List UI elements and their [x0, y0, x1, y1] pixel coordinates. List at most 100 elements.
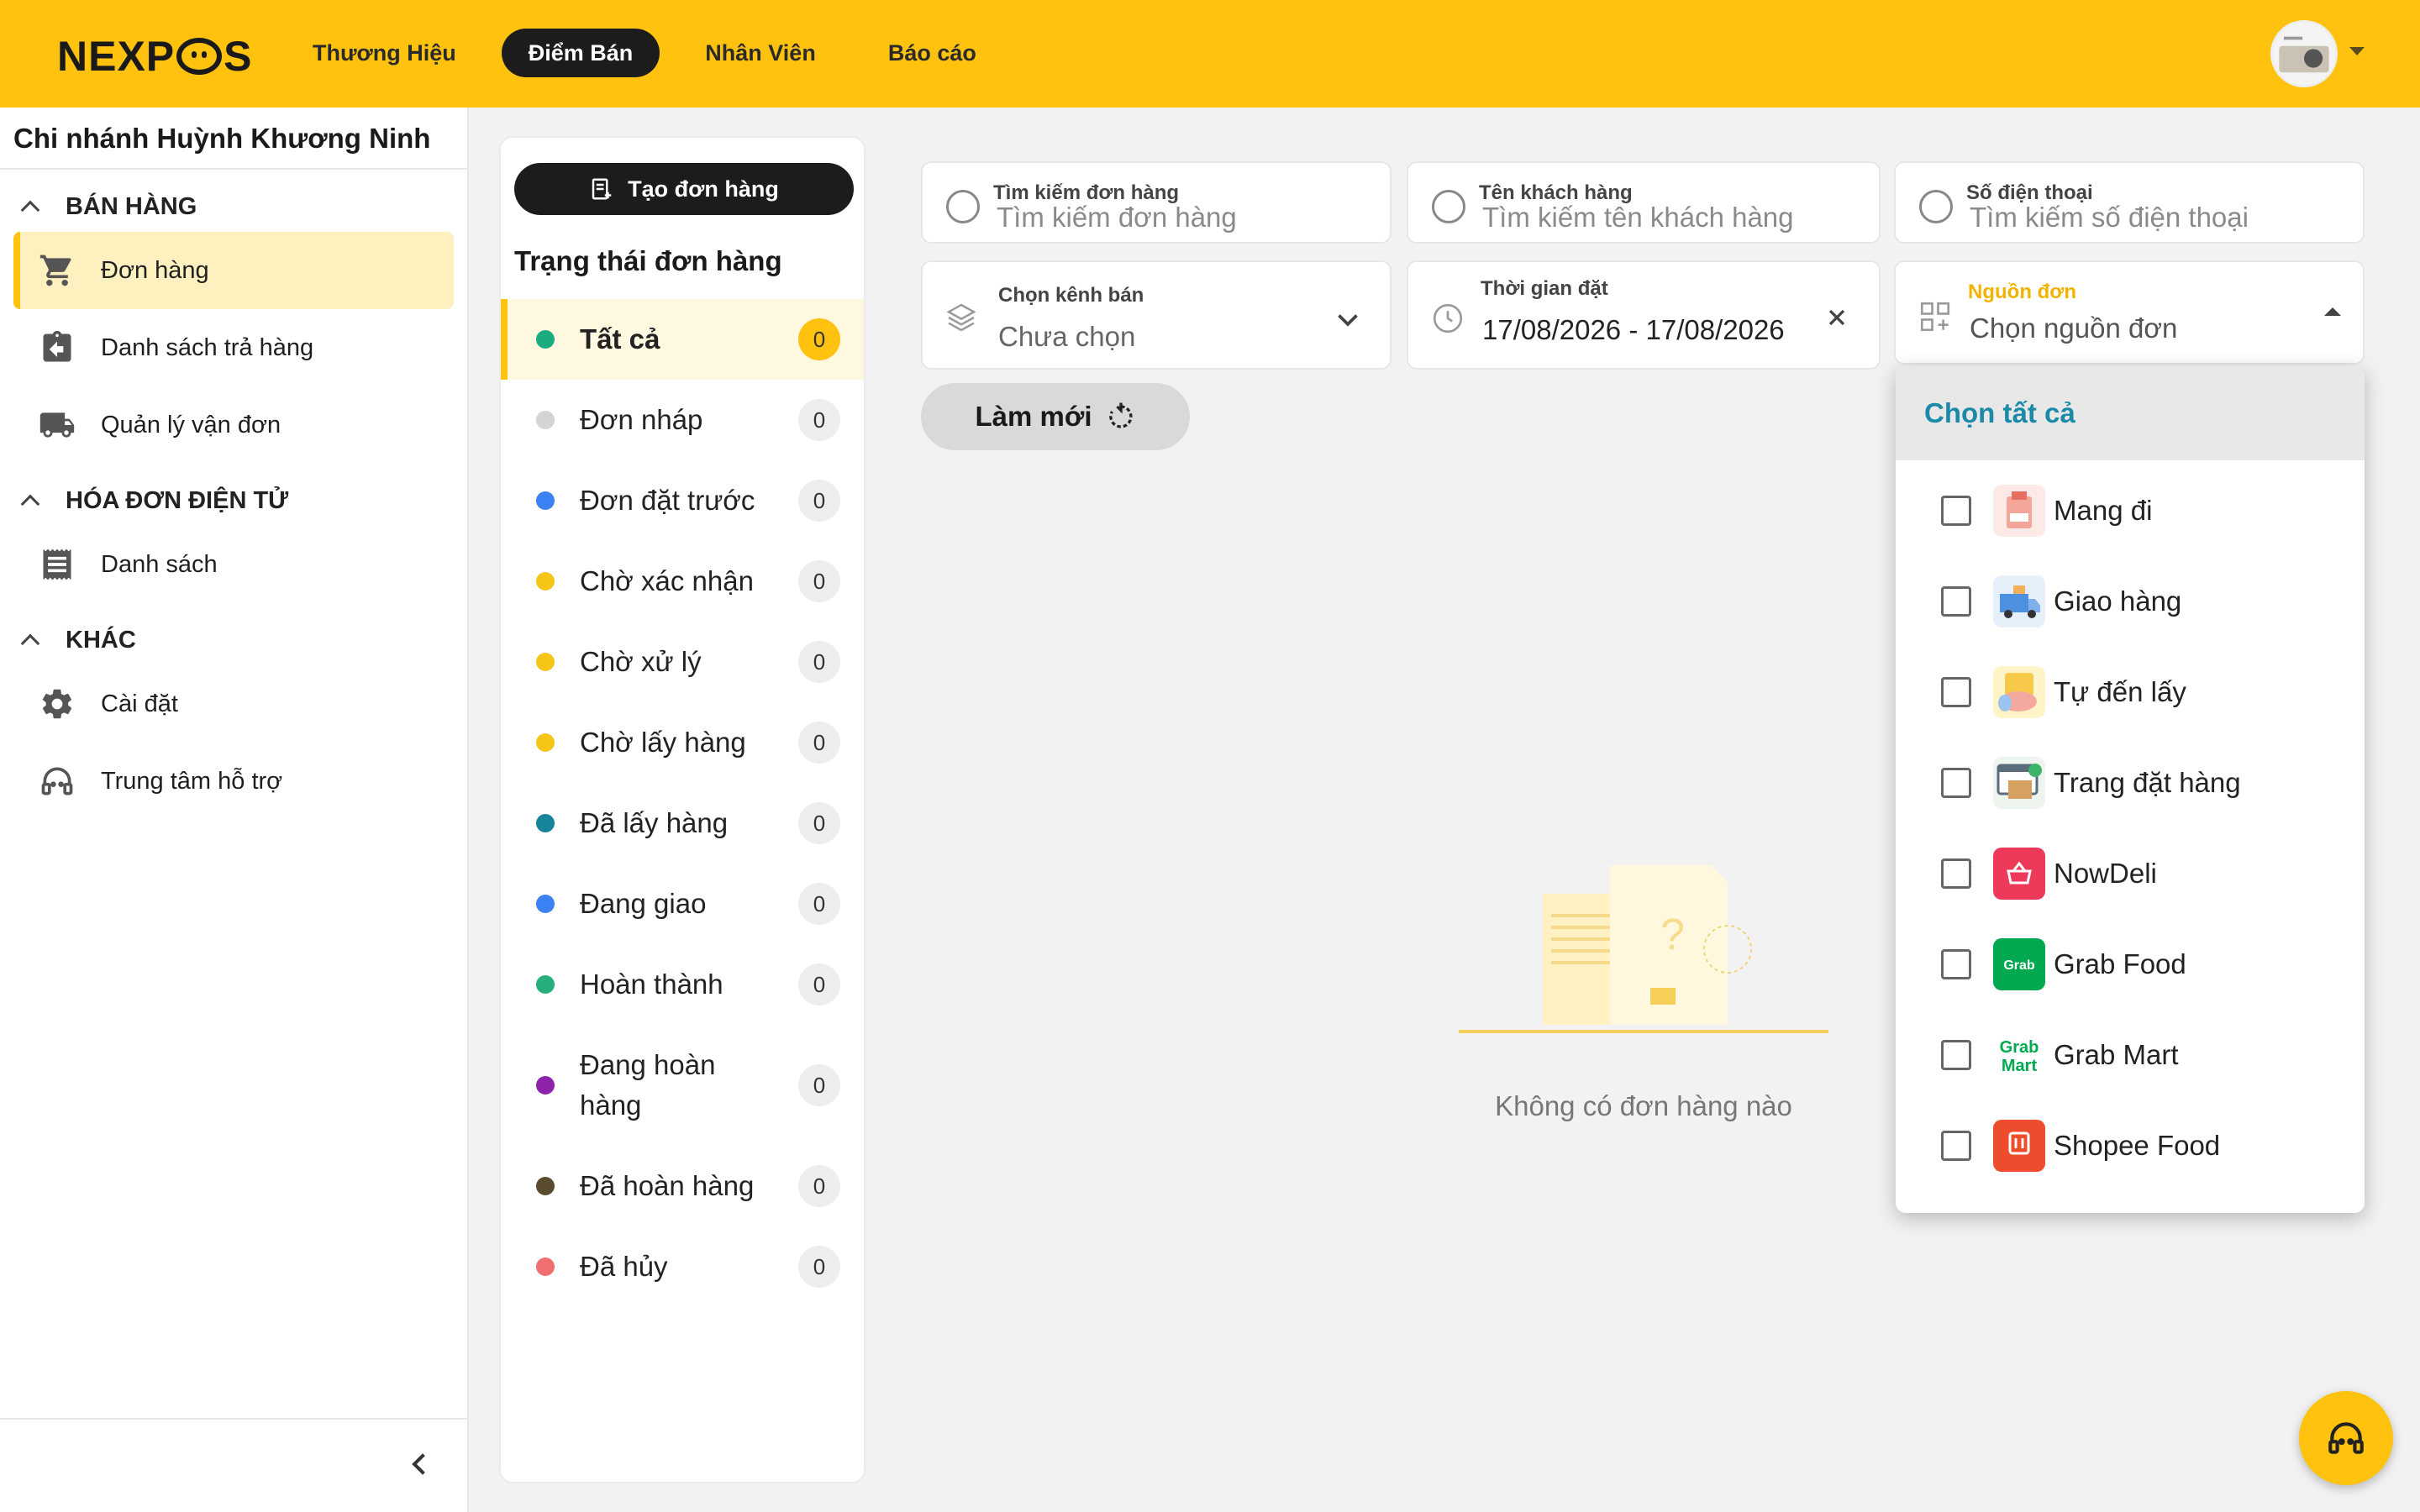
nav-thuong-hieu[interactable]: Thương Hiệu [286, 29, 483, 77]
checkbox[interactable] [1941, 949, 1971, 979]
create-order-button[interactable]: Tạo đơn hàng [514, 163, 854, 215]
status-dot [536, 1076, 555, 1095]
source-option-grab-mart[interactable]: Grab Mart Grab Mart [1896, 1010, 2365, 1100]
sidebar-item-label: Đơn hàng [101, 256, 209, 284]
refresh-icon [1108, 402, 1132, 428]
checkbox[interactable] [1941, 858, 1971, 889]
status-label: Đơn nháp [580, 404, 703, 435]
status-dot [536, 1257, 555, 1276]
nav-bao-cao[interactable]: Báo cáo [861, 29, 1003, 77]
status-count: 0 [798, 1246, 840, 1288]
status-dot [536, 733, 555, 752]
sidebar-item-label: Trung tâm hỗ trợ [101, 767, 283, 795]
sidebar-item-cai-dat[interactable]: Cài đặt [13, 665, 454, 743]
status-item-da-hoan-hang[interactable]: Đã hoàn hàng 0 [501, 1146, 864, 1226]
phone-input[interactable]: Tìm kiếm số điện thoại [1970, 202, 2348, 234]
svg-text:Mart: Mart [2002, 1057, 2038, 1075]
source-option-trang-dat-hang[interactable]: Trang đặt hàng [1896, 738, 2365, 828]
status-item-da-huy[interactable]: Đã hủy 0 [501, 1226, 864, 1307]
phone-field[interactable]: Số điện thoại Tìm kiếm số điện thoại [1894, 161, 2365, 244]
nexpos-logo[interactable]: NEXP S [57, 32, 253, 81]
collapse-sidebar-icon[interactable] [412, 1453, 434, 1475]
svg-text:?: ? [1660, 911, 1685, 959]
status-dot [536, 572, 555, 591]
source-option-nowdeli[interactable]: NowDeli [1896, 828, 2365, 919]
checkbox[interactable] [1941, 1040, 1971, 1070]
field-label: Nguồn đơn [1968, 281, 2077, 303]
status-item-cho-lay-hang[interactable]: Chờ lấy hàng 0 [501, 702, 864, 783]
order-source-select[interactable]: Nguồn đơn Chọn nguồn đơn [1894, 260, 2365, 365]
source-option-mang-di[interactable]: Mang đi [1896, 465, 2365, 556]
customer-name-input[interactable]: Tìm kiếm tên khách hàng [1482, 202, 1860, 234]
sidebar-item-label: Danh sách [101, 550, 218, 578]
status-label: Hoàn thành [580, 969, 723, 1000]
sidebar-item-trung-tam-ho-tro[interactable]: Trung tâm hỗ trợ [13, 743, 454, 820]
nav-nhan-vien[interactable]: Nhân Viên [678, 29, 843, 77]
source-option-label: Shopee Food [2054, 1130, 2221, 1161]
grab-mart-logo-icon: Grab Mart [1993, 1029, 2045, 1081]
section-hoa-don-dien-tu[interactable]: HÓA ĐƠN ĐIỆN TỬ [0, 475, 467, 526]
order-time-value[interactable]: 17/08/2026 - 17/08/2026 [1482, 314, 1802, 346]
status-item-don-nhap[interactable]: Đơn nháp 0 [501, 380, 864, 460]
checkbox[interactable] [1941, 768, 1971, 798]
status-item-cho-xac-nhan[interactable]: Chờ xác nhận 0 [501, 541, 864, 622]
search-icon [1919, 190, 1953, 223]
status-count: 0 [798, 1165, 840, 1207]
customer-name-field[interactable]: Tên khách hàng Tìm kiếm tên khách hàng [1407, 161, 1881, 244]
status-count: 0 [798, 318, 840, 360]
source-option-giao-hang[interactable]: Giao hàng [1896, 556, 2365, 647]
sales-channel-value: Chưa chọn [998, 321, 1136, 352]
order-search-field[interactable]: Tìm kiếm đơn hàng Tìm kiếm đơn hàng [921, 161, 1392, 244]
receipt-icon [39, 546, 76, 583]
status-count: 0 [798, 963, 840, 1005]
sales-channel-select[interactable]: Chọn kênh bán Chưa chọn [921, 260, 1392, 370]
sidebar-item-don-hang[interactable]: Đơn hàng [13, 232, 454, 309]
status-item-dang-giao[interactable]: Đang giao 0 [501, 864, 864, 944]
section-ban-hang[interactable]: BÁN HÀNG [0, 181, 467, 232]
status-item-dang-hoan-hang[interactable]: Đang hoàn hàng 0 [501, 1025, 864, 1146]
source-option-label: Grab Mart [2054, 1039, 2179, 1070]
checkbox[interactable] [1941, 496, 1971, 526]
refresh-label: Làm mới [975, 401, 1092, 432]
section-title: HÓA ĐƠN ĐIỆN TỬ [66, 486, 289, 514]
svg-text:Grab: Grab [2000, 1038, 2039, 1057]
status-item-don-dat-truoc[interactable]: Đơn đặt trước 0 [501, 460, 864, 541]
add-note-icon [592, 178, 612, 200]
nav-diem-ban[interactable]: Điểm Bán [501, 29, 660, 77]
section-khac[interactable]: KHÁC [0, 615, 467, 665]
checkbox[interactable] [1941, 1131, 1971, 1161]
status-label: Tất cả [580, 323, 660, 354]
order-time-picker[interactable]: Thời gian đặt 17/08/2026 - 17/08/2026 [1407, 260, 1881, 370]
nowdeli-logo-icon [1993, 848, 2045, 900]
status-dot [536, 814, 555, 832]
source-option-shopee-food[interactable]: Shopee Food [1896, 1100, 2365, 1191]
sidebar-item-danh-sach-tra-hang[interactable]: Danh sách trả hàng [13, 309, 454, 386]
search-icon [946, 190, 980, 223]
select-all-option[interactable]: Chọn tất cả [1896, 366, 2365, 460]
sidebar-item-danh-sach[interactable]: Danh sách [13, 526, 454, 603]
status-title: Trạng thái đơn hàng [514, 245, 782, 276]
status-item-cho-xu-ly[interactable]: Chờ xử lý 0 [501, 622, 864, 702]
status-item-tat-ca[interactable]: Tất cả 0 [501, 299, 864, 380]
status-label: Đã hoàn hàng [580, 1170, 755, 1201]
status-label: Đã hủy [580, 1251, 668, 1282]
source-option-tu-den-lay[interactable]: Tự đến lấy [1896, 647, 2365, 738]
clear-icon[interactable] [1823, 304, 1850, 331]
chevron-up-icon [20, 633, 40, 654]
refresh-button[interactable]: Làm mới [921, 383, 1190, 450]
checkbox[interactable] [1941, 677, 1971, 707]
status-label: Chờ xử lý [580, 646, 702, 677]
status-item-da-lay-hang[interactable]: Đã lấy hàng 0 [501, 783, 864, 864]
order-search-input[interactable]: Tìm kiếm đơn hàng [997, 202, 1366, 234]
caret-up-icon [2324, 307, 2341, 316]
sidebar-item-quan-ly-van-don[interactable]: Quản lý vận đơn [13, 386, 454, 464]
checkbox[interactable] [1941, 586, 1971, 617]
clock-icon [1433, 303, 1463, 333]
user-avatar[interactable] [2270, 20, 2338, 87]
status-item-hoan-thanh[interactable]: Hoàn thành 0 [501, 944, 864, 1025]
sidebar-item-label: Cài đặt [101, 690, 178, 717]
gear-icon [39, 685, 76, 722]
support-chat-button[interactable] [2299, 1391, 2393, 1485]
source-option-grab-food[interactable]: Grab Grab Food [1896, 919, 2365, 1010]
account-caret-icon[interactable] [2349, 47, 2365, 55]
